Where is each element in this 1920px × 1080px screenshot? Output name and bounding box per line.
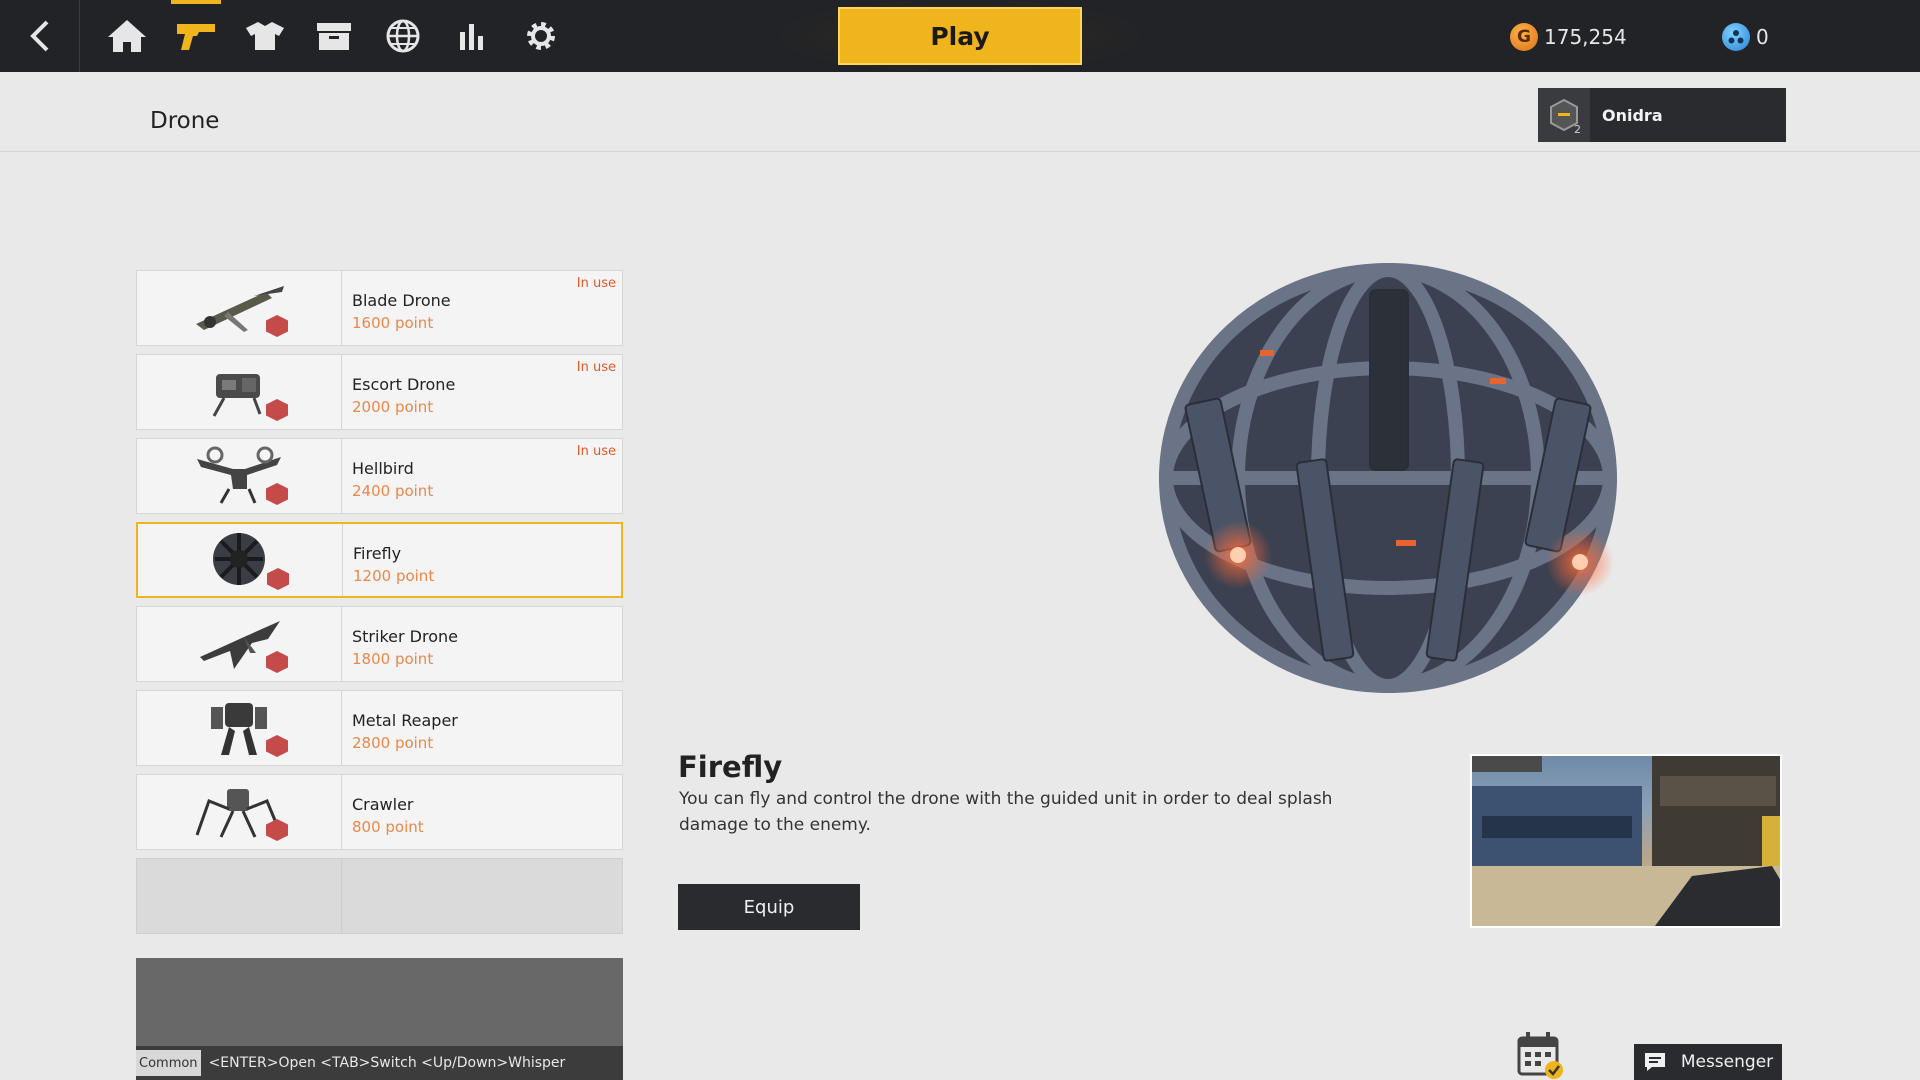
gold-amount: 175,254 [1544,25,1627,49]
drone-price: 2400 point [352,482,434,500]
drone-thumbnail [137,439,342,513]
drone-price: 2800 point [352,734,434,752]
storage-icon [316,23,351,50]
page-title: Drone [150,108,220,134]
main-nav [92,0,575,72]
in-use-tag: In use [576,444,616,459]
nav-weapons[interactable] [161,0,230,72]
profile-card[interactable]: 2 Onidra [1538,88,1786,142]
premium-amount: 0 [1756,25,1769,49]
detail-description: You can fly and control the drone with t… [679,789,1333,835]
drone-model-render [1120,250,1660,710]
drone-thumbnail [137,859,342,933]
nav-settings[interactable] [506,0,575,72]
drone-thumbnail [137,271,342,345]
drone-price: 1200 point [353,567,435,585]
nav-storage[interactable] [299,0,368,72]
back-arrow-icon [29,20,48,52]
nav-outfit[interactable] [230,0,299,72]
nav-home[interactable] [92,0,161,72]
drone-name: Crawler [352,795,414,814]
drone-item-metal-reaper[interactable]: Metal Reaper 2800 point [136,690,623,766]
drone-price: 800 point [352,818,424,836]
drone-price: 1800 point [352,650,434,668]
drone-item-blade-drone[interactable]: Blade Drone 1600 point In use [136,270,623,346]
gameplay-preview[interactable] [1470,754,1782,928]
drone-thumbnail [138,524,343,596]
drone-item-escort-drone[interactable]: Escort Drone 2000 point In use [136,354,623,430]
chat-panel[interactable]: Common <ENTER>Open <TAB>Switch <Up/Down>… [136,958,623,1080]
stats-icon [459,24,483,50]
home-icon [107,20,146,52]
drone-list: Blade Drone 1600 point In use Escort Dro… [136,270,623,942]
world-icon [386,19,419,53]
nav-world[interactable] [368,0,437,72]
equip-button[interactable]: Equip [678,884,860,930]
firefly-icon [213,533,265,585]
back-button[interactable] [0,0,80,72]
premium-currency: 0 [1722,22,1769,52]
drone-name: Metal Reaper [352,711,458,730]
top-bar: Play G 175,254 0 [0,0,1920,72]
calendar-icon[interactable] [1516,1030,1564,1080]
messenger-label: Messenger [1680,1052,1774,1072]
drone-name: Hellbird [352,459,414,478]
drone-thumbnail [137,775,342,849]
in-use-tag: In use [576,360,616,375]
drone-item-firefly[interactable]: Firefly 1200 point [136,522,623,598]
sub-header: Drone 2 Onidra [0,72,1920,152]
settings-icon [526,22,555,50]
outfit-icon [245,22,284,50]
drone-name: Firefly [353,544,402,563]
profile-name: Onidra [1602,105,1663,125]
drone-item-crawler[interactable]: Crawler 800 point [136,774,623,850]
nav-stats[interactable] [437,0,506,72]
drone-name: Striker Drone [352,627,458,646]
play-button[interactable]: Play [838,7,1082,65]
drone-thumbnail [137,607,342,681]
weapon-icon [176,24,215,50]
messenger-button[interactable]: Messenger [1634,1044,1782,1080]
drone-item-striker-drone[interactable]: Striker Drone 1800 point [136,606,623,682]
chat-input-bar[interactable]: Common <ENTER>Open <TAB>Switch <Up/Down>… [136,1046,623,1080]
chat-hint: <ENTER>Open <TAB>Switch <Up/Down>Whisper [208,1055,566,1071]
gold-coin-icon: G [1510,23,1538,51]
in-use-tag: In use [576,276,616,291]
drone-thumbnail [137,691,342,765]
rank-number: 2 [1574,123,1581,136]
drone-name: Escort Drone [352,375,456,394]
chat-bubble-icon [1644,1053,1665,1071]
drone-item-empty-slot [136,858,623,934]
premium-coin-icon [1722,23,1750,51]
rank-badge: 2 [1538,88,1590,142]
drone-price: 2000 point [352,398,434,416]
drone-thumbnail [137,355,342,429]
detail-drone-name: Firefly [678,750,783,784]
drone-name: Blade Drone [352,291,451,310]
gold-currency: G 175,254 [1510,22,1627,52]
gameplay-preview-image [1472,756,1780,926]
drone-price: 1600 point [352,314,434,332]
chat-channel-tag[interactable]: Common [136,1050,201,1076]
drone-item-hellbird[interactable]: Hellbird 2400 point In use [136,438,623,514]
